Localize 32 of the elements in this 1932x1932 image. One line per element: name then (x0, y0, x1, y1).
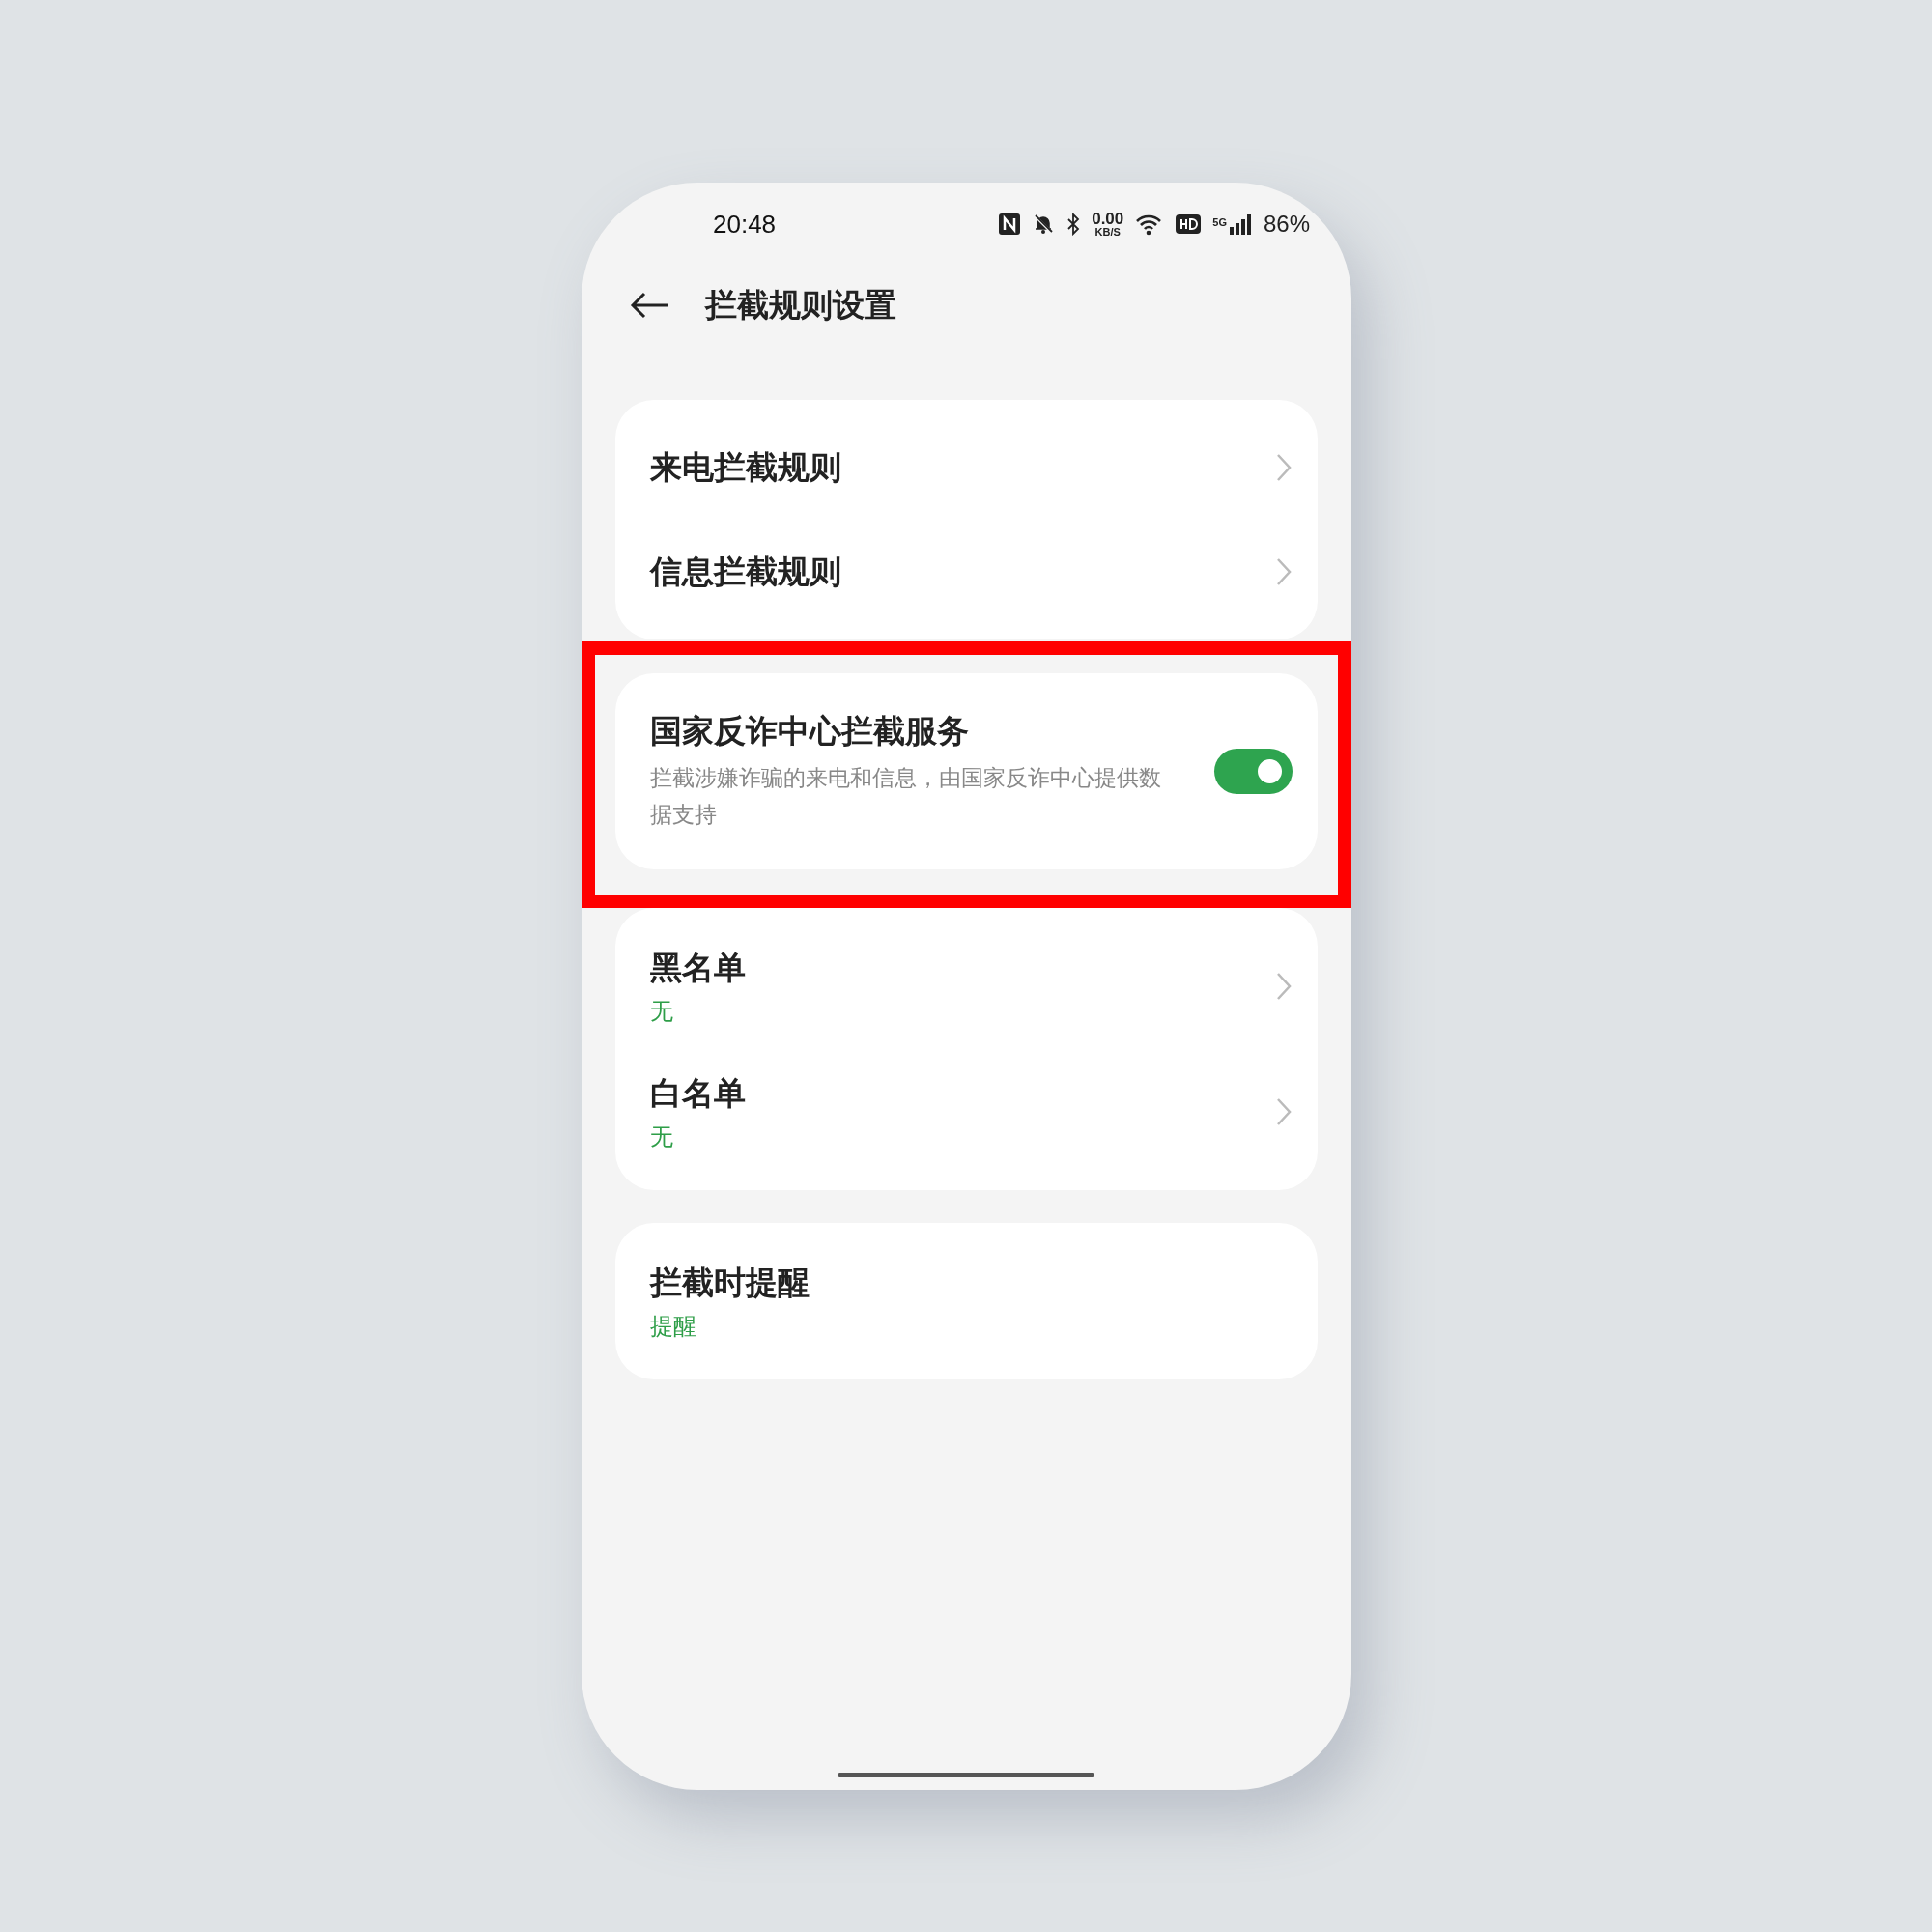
settings-row[interactable]: 信息拦截规则 (615, 520, 1318, 624)
row-title: 黑名单 (650, 948, 747, 987)
network-speed-unit: KB/S (1094, 227, 1121, 238)
settings-row[interactable]: 黑名单 无 (615, 923, 1318, 1049)
page-title: 拦截规则设置 (705, 285, 896, 325)
row-title: 来电拦截规则 (650, 447, 842, 487)
status-time: 20:48 (713, 209, 777, 240)
bluetooth-icon (1066, 213, 1081, 236)
signal-icon (1228, 213, 1252, 235)
nfc-icon (999, 213, 1021, 235)
row-title: 信息拦截规则 (650, 552, 842, 591)
chevron-right-icon (1275, 971, 1293, 1002)
battery-percentage: 86% (1263, 211, 1310, 238)
settings-row[interactable]: 来电拦截规则 (615, 415, 1318, 520)
settings-row[interactable]: 白名单 无 (615, 1049, 1318, 1175)
chevron-right-icon (1275, 452, 1293, 483)
network-type: 5G (1212, 216, 1227, 228)
chevron-right-icon (1275, 556, 1293, 587)
row-title: 拦截时提醒 (650, 1263, 810, 1302)
chevron-right-icon (1275, 1096, 1293, 1127)
row-description: 拦截涉嫌诈骗的来电和信息，由国家反诈中心提供数据支持 (650, 764, 1162, 829)
network-speed-value: 0.00 (1092, 211, 1124, 227)
row-title: 白名单 (650, 1073, 747, 1113)
hd-icon (1176, 214, 1202, 234)
row-value: 无 (650, 996, 674, 1026)
row-value: 提醒 (650, 1311, 697, 1341)
bell-muted-icon (1032, 213, 1056, 236)
row-value: 无 (650, 1122, 674, 1151)
back-arrow-icon[interactable] (630, 291, 670, 320)
settings-row[interactable]: 拦截时提醒 提醒 (615, 1238, 1318, 1364)
toggle-switch[interactable] (1214, 749, 1293, 794)
row-title: 国家反诈中心拦截服务 (650, 712, 970, 751)
